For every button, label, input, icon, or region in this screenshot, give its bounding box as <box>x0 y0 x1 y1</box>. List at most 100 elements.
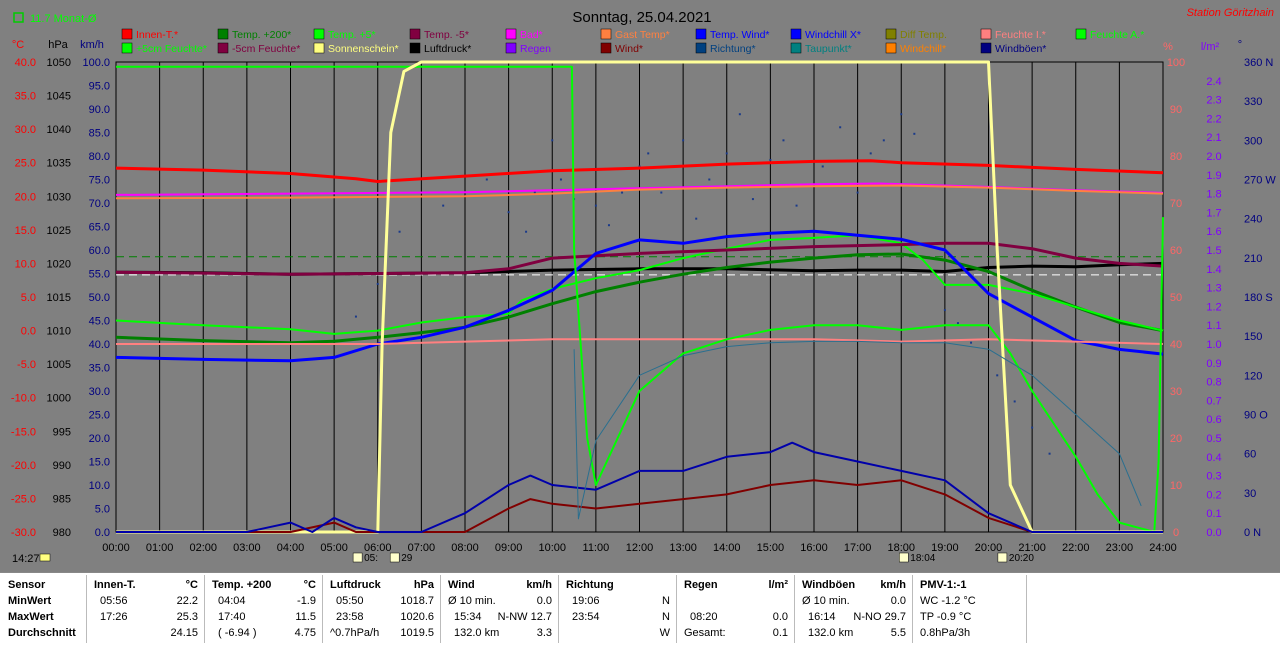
legend-swatch[interactable] <box>121 42 133 54</box>
legend-label[interactable]: Regen <box>520 43 551 55</box>
legend-swatch[interactable] <box>313 28 325 40</box>
stats-richtung-header: Richtung <box>566 579 614 591</box>
wind-tick-label: 75.0 <box>89 175 110 187</box>
direction-point <box>376 282 379 285</box>
sun-marker-label: 29 <box>401 553 413 564</box>
pressure-tick-label: 1030 <box>47 191 71 203</box>
legend-swatch[interactable] <box>695 28 707 40</box>
legend-label[interactable]: Gast Temp* <box>615 29 670 41</box>
legend-swatch[interactable] <box>885 28 897 40</box>
rain-tick-label: 0.2 <box>1206 489 1221 501</box>
stats-row-min: MinWert <box>8 595 52 607</box>
temp-tick-label: 10.0 <box>15 258 36 270</box>
legend-swatch[interactable] <box>313 42 325 54</box>
legend-swatch[interactable] <box>409 28 421 40</box>
legend-label[interactable]: +5cm Feuchte* <box>136 43 207 55</box>
stats-wind-header: Wind <box>448 579 475 591</box>
legend-swatch[interactable] <box>790 42 802 54</box>
legend-swatch[interactable] <box>980 28 992 40</box>
legend-label[interactable]: Diff Temp. <box>900 29 947 41</box>
rain-tick-label: 1.7 <box>1206 207 1221 219</box>
direction-point <box>682 139 685 142</box>
direction-point <box>956 322 959 325</box>
x-tick-label: 22:00 <box>1062 542 1090 554</box>
legend-swatch[interactable] <box>695 42 707 54</box>
legend-swatch[interactable] <box>1075 28 1087 40</box>
legend-label[interactable]: Feuchte I.* <box>995 29 1046 41</box>
direction-point <box>869 152 872 155</box>
legend-swatch[interactable] <box>980 42 992 54</box>
legend-label[interactable]: Temp. +5* <box>328 29 376 41</box>
x-tick-label: 05:00 <box>320 542 348 554</box>
legend-label[interactable]: Taupunkt* <box>805 43 852 55</box>
legend-swatch[interactable] <box>790 28 802 40</box>
stats-boeen-avg10-label: Ø 10 min. <box>802 595 850 607</box>
legend-label[interactable]: Temp. -5* <box>424 29 469 41</box>
stats-regen-total-label: Gesamt: <box>684 627 726 639</box>
humidity-unit-label: % <box>1163 41 1173 53</box>
wind-tick-label: 25.0 <box>89 410 110 422</box>
rain-tick-label: 2.3 <box>1206 95 1221 107</box>
legend-label[interactable]: Feuchte A.* <box>1090 29 1144 41</box>
legend-swatch[interactable] <box>409 42 421 54</box>
humidity-tick-label: 0 <box>1173 527 1179 539</box>
rain-tick-label: 1.3 <box>1206 283 1221 295</box>
legend-swatch[interactable] <box>217 28 229 40</box>
stats-boeen-max-time: 16:14 <box>808 611 836 623</box>
stats-richtung-max-value: N <box>662 611 670 623</box>
legend-label[interactable]: Richtung* <box>710 43 756 55</box>
legend-swatch[interactable] <box>600 42 612 54</box>
stats-druck-min-value: 1018.7 <box>400 595 434 607</box>
direction-point <box>913 132 916 135</box>
stats-druck-max-value: 1020.6 <box>400 611 434 623</box>
direction-point <box>695 217 698 220</box>
rain-tick-label: 0.0 <box>1206 527 1221 539</box>
stats-pmv-taupunkt: TP -0.9 °C <box>920 611 972 623</box>
direction-point <box>821 165 824 168</box>
x-tick-label: 17:00 <box>844 542 872 554</box>
humidity-tick-label: 10 <box>1170 480 1182 492</box>
legend-swatch[interactable] <box>217 42 229 54</box>
rain-tick-label: 0.7 <box>1206 395 1221 407</box>
pressure-tick-label: 1040 <box>47 124 71 136</box>
wind-tick-label: 60.0 <box>89 245 110 257</box>
direction-point <box>647 152 650 155</box>
stats-druck-header: Luftdruck <box>330 579 381 591</box>
legend-label[interactable]: -5cm Feuchte* <box>232 43 300 55</box>
direction-point <box>507 211 510 214</box>
legend-swatch[interactable] <box>885 42 897 54</box>
pressure-tick-label: 1045 <box>47 91 71 103</box>
rain-tick-label: 1.9 <box>1206 170 1221 182</box>
stats-druck-avg-value: 1019.5 <box>400 627 434 639</box>
legend-label[interactable]: Windchill X* <box>805 29 861 41</box>
weather-chart-app: { "header": { "title": "Sonntag, 25.04.2… <box>0 0 1280 645</box>
legend-label[interactable]: Windchill* <box>900 43 946 55</box>
legend-swatch[interactable] <box>505 42 517 54</box>
legend-label[interactable]: Innen-T.* <box>136 29 178 41</box>
legend-label[interactable]: Wind* <box>615 43 643 55</box>
direction-tick-label: 300 <box>1244 135 1262 147</box>
rain-tick-label: 0.9 <box>1206 358 1221 370</box>
x-tick-label: 15:00 <box>757 542 785 554</box>
temp-tick-label: -30.0 <box>11 527 36 539</box>
legend-label[interactable]: Luftdruck* <box>424 43 471 55</box>
wind-tick-label: 95.0 <box>89 81 110 93</box>
stats-innen-header: Innen-T. <box>94 579 136 591</box>
legend-swatch[interactable] <box>505 28 517 40</box>
legend-label[interactable]: Windböen* <box>995 43 1046 55</box>
legend-label[interactable]: Sonnenschein* <box>328 43 399 55</box>
temp-tick-label: 30.0 <box>15 124 36 136</box>
stats-temp200-avg-note: ( -6.94 ) <box>218 627 257 639</box>
legend-label[interactable]: Temp. Wind* <box>710 29 770 41</box>
stats-sensor-column: Sensor MinWert MaxWert Durchschnitt <box>6 573 86 645</box>
wind-tick-label: 45.0 <box>89 316 110 328</box>
chart-title: Sonntag, 25.04.2021 <box>572 9 711 26</box>
legend-label[interactable]: Bad* <box>520 29 543 41</box>
x-tick-label: 03:00 <box>233 542 261 554</box>
legend-swatch[interactable] <box>600 28 612 40</box>
legend-label[interactable]: Temp. +200* <box>232 29 291 41</box>
legend-swatch[interactable] <box>121 28 133 40</box>
direction-tick-label: 360 N <box>1244 57 1273 69</box>
direction-tick-label: 330 <box>1244 96 1262 108</box>
direction-tick-label: 0 N <box>1244 527 1261 539</box>
